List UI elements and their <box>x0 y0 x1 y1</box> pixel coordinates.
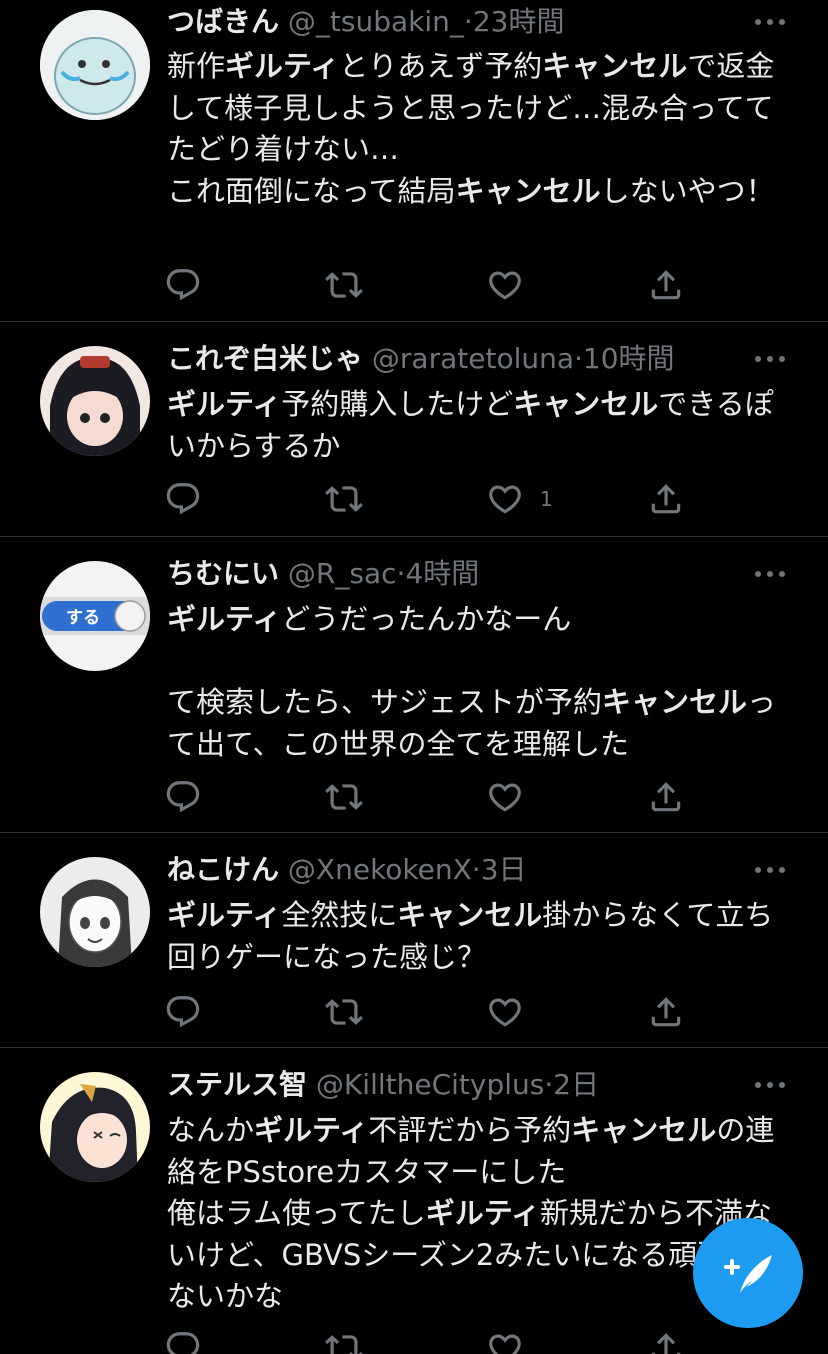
share-icon <box>647 778 685 816</box>
reply-button[interactable] <box>164 265 202 305</box>
separator-dot: · <box>544 1068 554 1101</box>
more-icon[interactable] <box>752 1075 788 1095</box>
like-button[interactable] <box>486 265 540 305</box>
reply-icon <box>164 993 202 1031</box>
like-button[interactable] <box>486 992 540 1032</box>
reply-button[interactable] <box>164 992 202 1032</box>
reply-icon <box>164 480 202 518</box>
tweet-text[interactable]: なんかギルティ不評だから予約キャンセルの連絡をPSstoreカスタマーにした 俺… <box>167 1110 777 1318</box>
reply-icon <box>164 778 202 816</box>
retweet-button[interactable] <box>325 992 363 1032</box>
retweet-icon <box>325 266 363 304</box>
tweet-content: 新作ギルティとりあえず予約キャンセルで返金して様子見しようと思ったけど…混み合っ… <box>167 49 775 208</box>
tweet-header: これぞ白米じゃ @raratetoluna·10時間 <box>167 342 675 376</box>
heart-icon <box>486 480 524 518</box>
tweet-text[interactable]: ギルティ全然技にキャンセル掛からなくて立ち回りゲーになった感じ？ <box>167 895 777 978</box>
retweet-button[interactable] <box>325 1328 363 1354</box>
tweet[interactable]: ステルス智 @KilltheCityplus·2日 なんかギルティ不評だから予約… <box>0 1048 828 1354</box>
tweet-timestamp[interactable]: 3日 <box>481 853 527 886</box>
retweet-button[interactable] <box>325 777 363 817</box>
tweet-text[interactable]: 新作ギルティとりあえず予約キャンセルで返金して様子見しようと思ったけど…混み合っ… <box>167 46 777 212</box>
avatar[interactable]: する <box>40 561 150 671</box>
share-icon <box>647 993 685 1031</box>
share-icon <box>647 480 685 518</box>
tweet-content: ギルティ全然技にキャンセル掛からなくて立ち回りゲーになった感じ？ <box>167 898 774 974</box>
share-icon <box>647 1329 685 1354</box>
avatar[interactable] <box>40 1072 150 1182</box>
action-bar <box>164 265 724 305</box>
tweet-header: ちむにい @R_sac·4時間 <box>167 557 479 591</box>
tweet-text[interactable]: ギルティどうだったんかなーん て検索したら、サジェストが予約キャンセルって出て、… <box>167 599 777 765</box>
separator-dot: · <box>471 853 481 886</box>
share-button[interactable] <box>647 479 685 519</box>
user-handle[interactable]: @raratetoluna <box>372 342 574 375</box>
tweet-header: ねこけん @XnekokenX·3日 <box>167 853 527 887</box>
reply-button[interactable] <box>164 1328 202 1354</box>
compose-tweet-icon <box>724 1255 772 1293</box>
more-icon[interactable] <box>752 349 788 369</box>
avatar[interactable] <box>40 857 150 967</box>
retweet-icon <box>325 480 363 518</box>
separator-dot: · <box>574 342 583 375</box>
share-button[interactable] <box>647 265 685 305</box>
reply-icon <box>164 1329 202 1354</box>
action-bar <box>164 992 724 1032</box>
separator-dot: · <box>463 5 473 38</box>
action-bar <box>164 777 724 817</box>
action-bar <box>164 1328 724 1354</box>
timeline[interactable]: つばきん @_tsubakin_·23時間 新作ギルティとりあえず予約キャンセル… <box>0 0 828 1354</box>
avatar[interactable] <box>40 346 150 456</box>
like-count: 1 <box>540 487 553 511</box>
display-name[interactable]: つばきん <box>167 5 279 38</box>
retweet-button[interactable] <box>325 265 363 305</box>
retweet-icon <box>325 993 363 1031</box>
tweet[interactable]: つばきん @_tsubakin_·23時間 新作ギルティとりあえず予約キャンセル… <box>0 0 828 322</box>
retweet-icon <box>325 1329 363 1354</box>
tweet-timestamp[interactable]: 4時間 <box>405 557 479 590</box>
action-bar: 1 <box>164 479 724 519</box>
display-name[interactable]: これぞ白米じゃ <box>167 342 363 375</box>
share-button[interactable] <box>647 777 685 817</box>
user-handle[interactable]: @KilltheCityplus <box>316 1068 544 1101</box>
reply-button[interactable] <box>164 777 202 817</box>
tweet-content: ギルティ予約購入したけどキャンセルできるぽいからするか <box>167 387 774 463</box>
heart-icon <box>486 778 524 816</box>
tweet-timestamp[interactable]: 10時間 <box>583 342 675 375</box>
tweet-text[interactable]: ギルティ予約購入したけどキャンセルできるぽいからするか <box>167 384 777 467</box>
display-name[interactable]: ステルス智 <box>167 1068 307 1101</box>
user-handle[interactable]: @R_sac <box>288 557 397 590</box>
share-icon <box>647 266 685 304</box>
more-icon[interactable] <box>752 12 788 32</box>
reply-icon <box>164 266 202 304</box>
heart-icon <box>486 1329 524 1354</box>
share-button[interactable] <box>647 1328 685 1354</box>
retweet-button[interactable] <box>325 479 363 519</box>
user-handle[interactable]: @XnekokenX <box>288 853 472 886</box>
avatar[interactable] <box>40 10 150 120</box>
more-icon[interactable] <box>752 564 788 584</box>
tweet[interactable]: ねこけん @XnekokenX·3日 ギルティ全然技にキャンセル掛からなくて立ち… <box>0 833 828 1048</box>
avatar-label: する <box>66 608 100 628</box>
tweet[interactable]: これぞ白米じゃ @raratetoluna·10時間 ギルティ予約購入したけどキ… <box>0 322 828 537</box>
tweet-content: なんかギルティ不評だから予約キャンセルの連絡をPSstoreカスタマーにした 俺… <box>167 1113 775 1313</box>
heart-icon <box>486 993 524 1031</box>
share-button[interactable] <box>647 992 685 1032</box>
like-button[interactable]: 1 <box>486 479 553 519</box>
tweet-timestamp[interactable]: 2日 <box>553 1068 599 1101</box>
like-button[interactable] <box>486 777 540 817</box>
tweet-header: つばきん @_tsubakin_·23時間 <box>167 5 564 39</box>
tweet-header: ステルス智 @KilltheCityplus·2日 <box>167 1068 599 1102</box>
user-handle[interactable]: @_tsubakin_ <box>288 5 464 38</box>
tweet-content: ギルティどうだったんかなーん て検索したら、サジェストが予約キャンセルって出て、… <box>167 602 777 761</box>
display-name[interactable]: ねこけん <box>167 853 279 886</box>
compose-tweet-button[interactable] <box>693 1218 803 1328</box>
more-icon[interactable] <box>752 860 788 880</box>
display-name[interactable]: ちむにい <box>167 557 279 590</box>
heart-icon <box>486 266 524 304</box>
retweet-icon <box>325 778 363 816</box>
like-button[interactable] <box>486 1328 540 1354</box>
tweet-timestamp[interactable]: 23時間 <box>473 5 565 38</box>
reply-button[interactable] <box>164 479 202 519</box>
tweet[interactable]: する ちむにい @R_sac·4時間 ギルティどうだったんかなーん て検索したら… <box>0 537 828 833</box>
